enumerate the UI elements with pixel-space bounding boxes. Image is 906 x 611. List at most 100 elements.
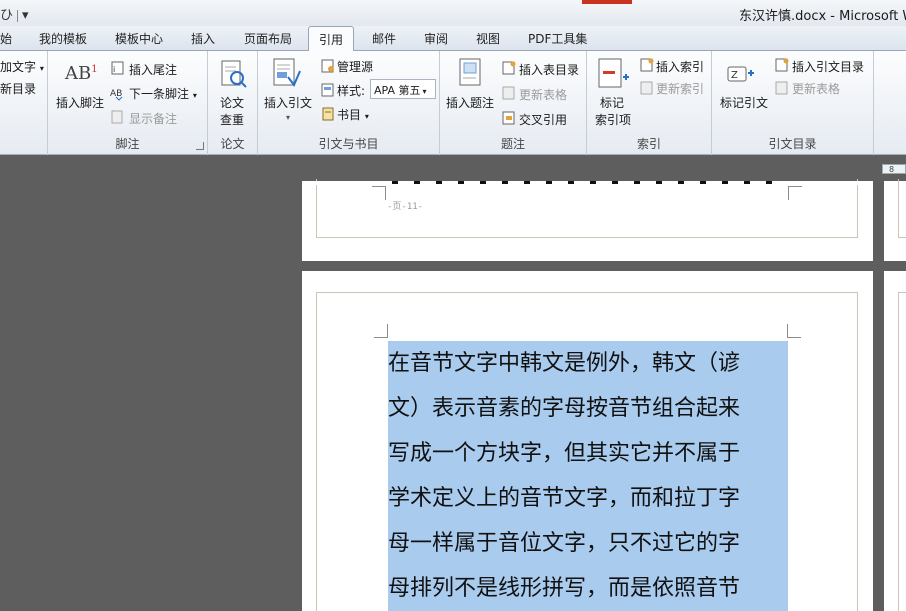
cross-reference-icon — [502, 111, 515, 125]
insert-citation-icon — [273, 58, 301, 87]
paragraph-line[interactable]: 母一样属于音位文字，只不过它的字 — [388, 521, 788, 566]
mark-entry-icon — [598, 58, 629, 88]
tab-insert[interactable]: 插入 — [191, 30, 215, 47]
ruler-tab-indicator[interactable]: 8 — [882, 164, 906, 174]
tab-pdf-tools[interactable]: PDF工具集 — [528, 30, 587, 47]
update-index-icon — [640, 81, 653, 95]
mark-entry-line2[interactable]: 索引项 — [595, 111, 631, 128]
page-margin-border — [898, 292, 906, 611]
bibliography-icon — [322, 107, 334, 121]
show-notes-button[interactable]: 显示备注 — [129, 110, 177, 127]
tab-references[interactable]: 引用 — [308, 26, 355, 52]
group-toa: Z 标记引文 插入引文目录 更新表格 引文目录 — [712, 51, 874, 155]
ribbon: 加文字 ▾ 新目录 AB1 插入脚注 i 插入尾注 AB 下一条脚注 ▾ 显示备… — [0, 51, 906, 155]
add-text-label: 加文字 — [0, 60, 37, 74]
group-label-citations: 引文与书目 — [318, 137, 379, 151]
tab-my-templates[interactable]: 我的模板 — [39, 30, 87, 47]
style-select[interactable]: APA 第五 ▾ — [370, 79, 436, 99]
paragraph-line[interactable]: 文）表示音素的字母按音节组合起来 — [388, 386, 788, 431]
bibliography-button[interactable]: 书目 ▾ — [337, 106, 369, 123]
selected-paragraph[interactable]: 在音节文字中韩文是例外，韩文（谚 文）表示音素的字母按音节组合起来 写成一个方块… — [388, 341, 788, 611]
quick-access-toolbar: ひ ▾ — [0, 4, 29, 23]
dialog-launcher-icon[interactable] — [196, 142, 204, 150]
redo-icon[interactable]: ひ — [0, 8, 13, 23]
group-citations: 插入引文 ▾ 管理源 样式: APA 第五 ▾ 书目 ▾ 引文与书目 — [258, 51, 440, 155]
chevron-down-icon: ▾ — [422, 87, 427, 96]
bibliography-label: 书目 — [337, 108, 362, 122]
paragraph-line[interactable]: 学术定义上的音节文字，而和拉丁字 — [388, 476, 788, 521]
chevron-down-icon: ▾ — [192, 91, 197, 100]
chevron-down-icon[interactable]: ▾ — [286, 113, 290, 122]
update-table-button[interactable]: 更新表格 — [519, 86, 567, 103]
add-text-button[interactable]: 加文字 ▾ — [0, 58, 44, 75]
update-toa-button[interactable]: 更新表格 — [792, 80, 840, 97]
chevron-down-icon: ▾ — [364, 112, 369, 121]
mark-entry-line1[interactable]: 标记 — [600, 94, 624, 111]
document-area[interactable]: 8 -页-11- 在音节文字中韩文是例外，韩文（谚 文）表示音素的字母按音节组合… — [0, 155, 906, 611]
neighbor-page — [884, 271, 906, 611]
svg-text:i: i — [113, 65, 115, 74]
tab-mailings[interactable]: 邮件 — [372, 30, 396, 47]
crop-mark — [788, 186, 802, 200]
group-paper: 论文 查重 论文 — [208, 51, 258, 155]
paragraph-line[interactable]: 母排列不是线形拼写，而是依照音节 — [388, 566, 788, 611]
update-table-icon — [502, 86, 515, 100]
chevron-down-icon: ▾ — [39, 64, 44, 73]
insert-toa-icon — [775, 58, 789, 72]
manage-sources-icon — [321, 59, 334, 73]
page-margin-border — [898, 179, 906, 238]
show-notes-icon — [111, 110, 123, 124]
insert-caption-icon — [459, 58, 481, 86]
update-toa-icon — [775, 81, 788, 95]
neighbor-page — [884, 179, 906, 261]
tab-review[interactable]: 审阅 — [424, 30, 448, 47]
page-number: -页-11- — [387, 202, 424, 212]
svg-text:Z: Z — [731, 70, 738, 81]
mark-citation-icon: Z — [727, 66, 754, 82]
paper-check-icon — [221, 60, 247, 88]
tab-start[interactable]: 始 — [0, 30, 12, 47]
title-bar: ひ ▾ 东汉许慎.docx - Microsoft W — [0, 0, 906, 26]
style-select-value: APA 第五 — [374, 84, 421, 97]
next-footnote-label: 下一条脚注 — [129, 87, 190, 101]
insert-index-icon — [640, 58, 654, 72]
manage-sources-button[interactable]: 管理源 — [337, 58, 373, 75]
next-footnote-icon: AB — [110, 89, 123, 101]
update-index-button[interactable]: 更新索引 — [656, 80, 704, 97]
prev-page-text-fragment — [392, 181, 782, 184]
paragraph-line[interactable]: 在音节文字中韩文是例外，韩文（谚 — [388, 341, 788, 386]
update-toc-button[interactable]: 新目录 — [0, 80, 36, 97]
group-label-captions: 题注 — [500, 137, 525, 151]
group-label-index: 索引 — [636, 137, 661, 151]
crop-mark — [374, 324, 388, 338]
paper-check-line2[interactable]: 查重 — [220, 111, 244, 128]
insert-footnote-icon: AB1 — [65, 63, 98, 84]
qat-separator — [17, 9, 19, 22]
insert-table-of-figures-icon — [502, 61, 516, 75]
group-captions: 插入题注 插入表目录 更新表格 交叉引用 题注 — [440, 51, 587, 155]
insert-toa-button[interactable]: 插入引文目录 — [792, 58, 864, 75]
window-title: 东汉许慎.docx - Microsoft W — [739, 9, 906, 24]
crop-mark — [372, 186, 386, 200]
next-footnote-button[interactable]: 下一条脚注 ▾ — [129, 85, 197, 102]
insert-citation-button[interactable]: 插入引文 — [264, 94, 312, 111]
paragraph-line[interactable]: 写成一个方块字，但其实它并不属于 — [388, 431, 788, 476]
customize-qat-button[interactable]: ▾ — [22, 8, 29, 23]
group-label-footnotes: 脚注 — [115, 137, 140, 151]
tab-template-center[interactable]: 模板中心 — [115, 30, 163, 47]
insert-footnote-button[interactable]: 插入脚注 — [56, 94, 104, 111]
tab-view[interactable]: 视图 — [476, 30, 500, 47]
paper-check-line1[interactable]: 论文 — [220, 94, 244, 111]
crop-mark — [787, 324, 801, 338]
group-label-paper: 论文 — [220, 137, 245, 151]
insert-index-button[interactable]: 插入索引 — [656, 58, 704, 75]
insert-table-of-figures-button[interactable]: 插入表目录 — [519, 61, 579, 78]
insert-caption-button[interactable]: 插入题注 — [446, 94, 494, 111]
cross-reference-button[interactable]: 交叉引用 — [519, 111, 567, 128]
highlight-marker — [582, 0, 632, 4]
insert-endnote-button[interactable]: 插入尾注 — [129, 61, 177, 78]
group-footnotes: AB1 插入脚注 i 插入尾注 AB 下一条脚注 ▾ 显示备注 脚注 — [48, 51, 208, 155]
tab-page-layout[interactable]: 页面布局 — [244, 30, 292, 47]
mark-citation-button[interactable]: 标记引文 — [720, 94, 768, 111]
group-label-toa: 引文目录 — [768, 137, 817, 151]
